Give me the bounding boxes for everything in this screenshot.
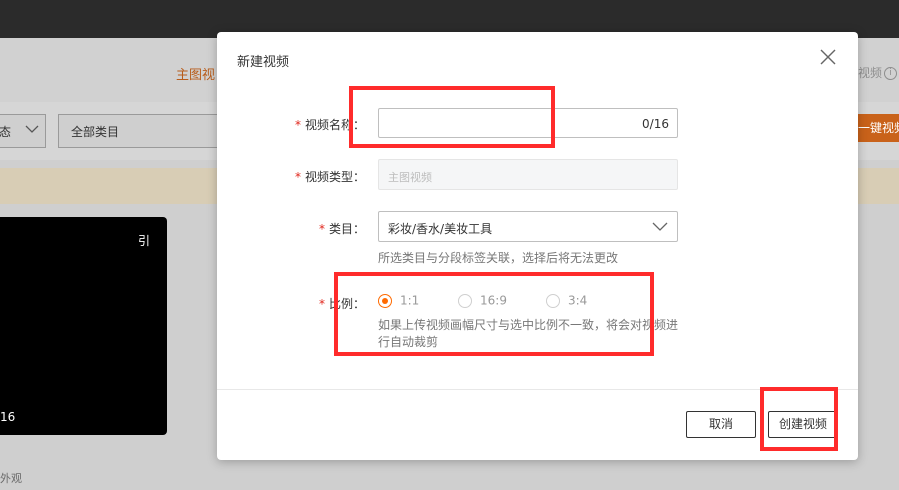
- tab-main-video[interactable]: 主图视: [176, 64, 215, 83]
- required-marker: *: [295, 118, 301, 132]
- category-select-value: 彩妆/香水/美妆工具: [388, 222, 493, 236]
- required-marker: *: [319, 297, 325, 311]
- category-filter-select[interactable]: 全部类目: [58, 114, 220, 148]
- chevron-down-icon: [25, 125, 39, 133]
- status-filter-label: 态: [0, 125, 12, 139]
- highlight-create-button: [760, 387, 838, 451]
- dialog-title: 新建视频: [237, 55, 290, 70]
- video-card-duration: 16: [0, 410, 16, 424]
- close-icon[interactable]: [818, 47, 838, 67]
- highlight-video-name: [349, 86, 555, 148]
- category-label: * 类目：: [319, 220, 365, 237]
- tab-video-label: 视频: [858, 66, 883, 80]
- category-hint: 所选类目与分段标签关联，选择后将无法更改: [378, 251, 619, 265]
- status-filter-select[interactable]: 态: [0, 114, 46, 148]
- category-select[interactable]: 彩妆/香水/美妆工具: [378, 211, 678, 242]
- video-card-tag: 引: [138, 234, 151, 248]
- category-label-text: 类目：: [329, 222, 366, 236]
- required-marker: *: [295, 170, 301, 184]
- required-marker: *: [319, 222, 325, 236]
- highlight-ratio: [334, 272, 654, 356]
- video-type-label-text: 视频类型：: [305, 170, 366, 184]
- video-type-label: * 视频类型：: [295, 168, 365, 185]
- one-click-video-button[interactable]: 一键视频: [858, 114, 899, 142]
- info-icon: i: [884, 67, 898, 80]
- cancel-button[interactable]: 取消: [686, 411, 756, 438]
- video-card[interactable]: [0, 217, 167, 435]
- video-card-caption: 外观: [0, 472, 22, 485]
- char-counter: 0/16: [642, 117, 669, 131]
- video-type-field: 主图视频: [378, 159, 678, 190]
- tab-video[interactable]: 视频 i: [858, 64, 898, 81]
- chevron-down-icon: [652, 222, 668, 231]
